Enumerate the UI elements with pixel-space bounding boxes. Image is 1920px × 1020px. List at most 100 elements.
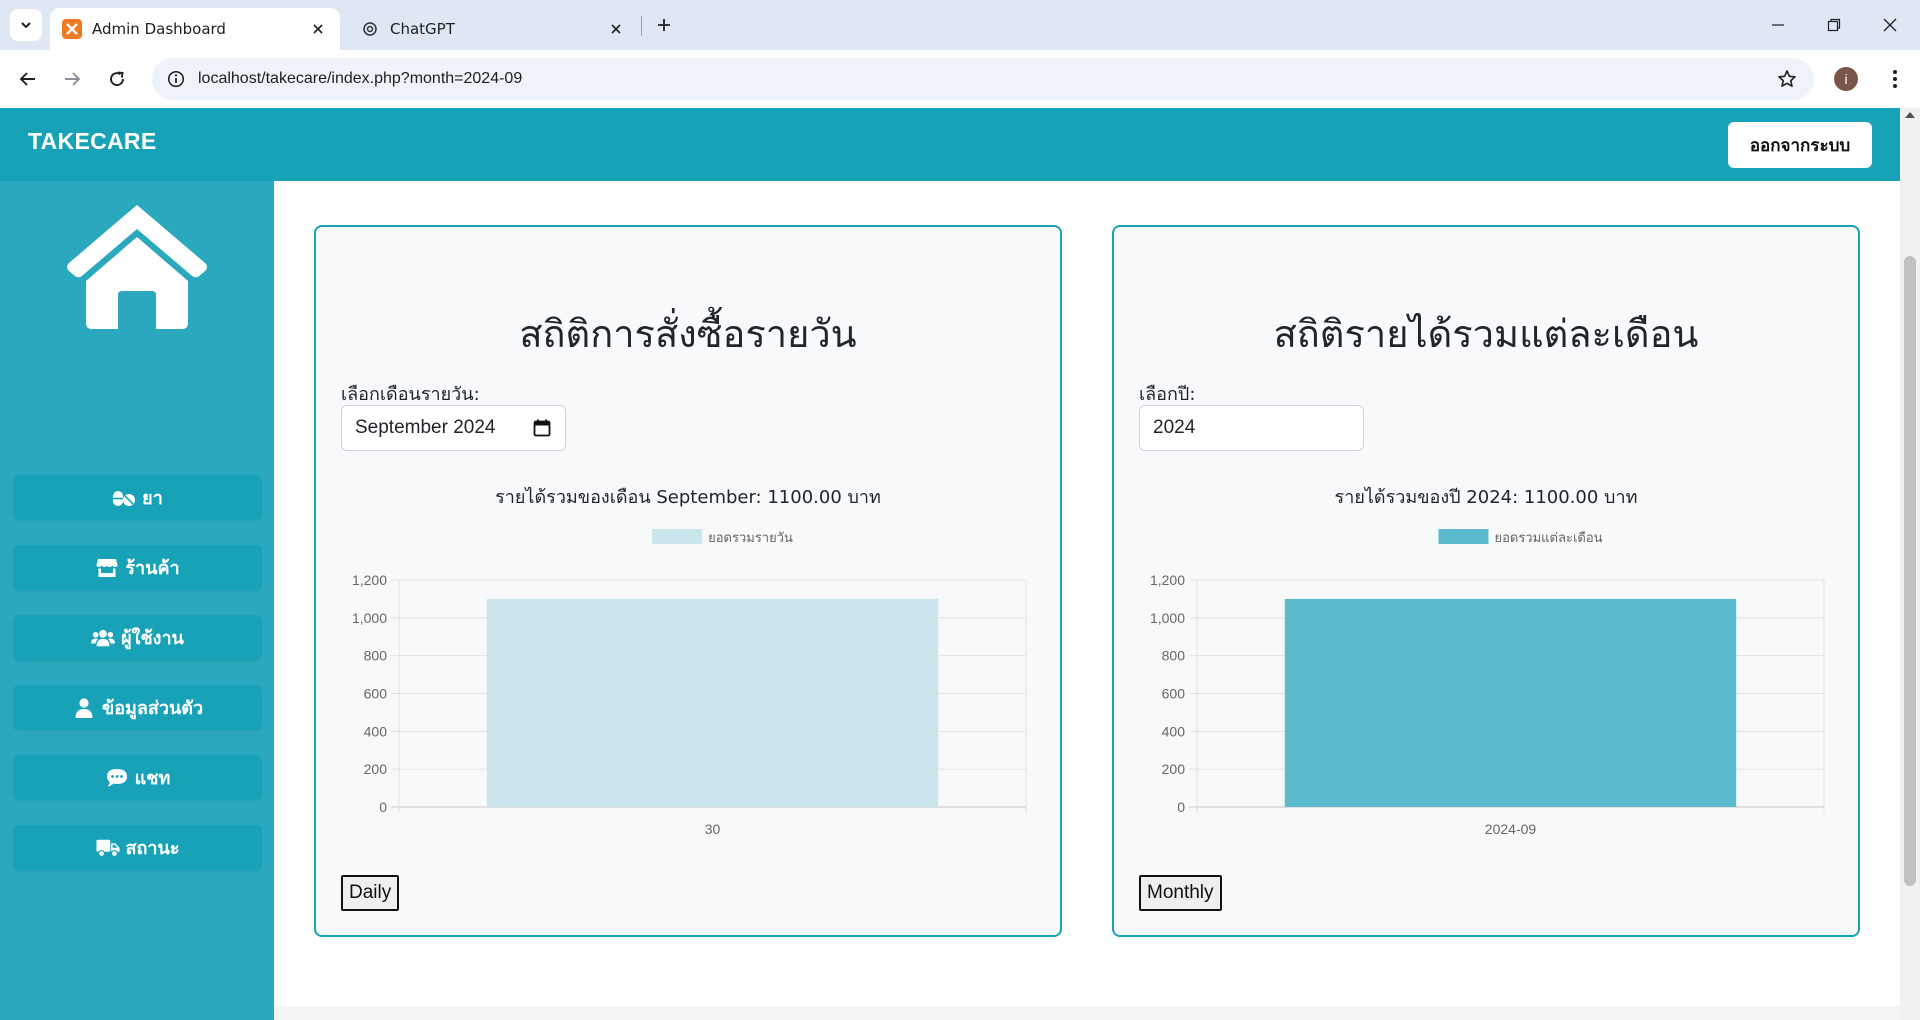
tab-admin-dashboard[interactable]: Admin Dashboard xyxy=(50,8,340,50)
restore-button[interactable] xyxy=(1806,0,1862,50)
sidebar-item-store[interactable]: ร้านค้า xyxy=(13,545,262,590)
user-icon xyxy=(72,697,96,719)
page-viewport: TAKECARE ออกจากระบบ ยา ร้านค้า ผู้ใช้งาน xyxy=(0,108,1920,1020)
truck-icon xyxy=(95,837,120,859)
y-tick-label: 1,200 xyxy=(1150,572,1185,588)
scrollbar-thumb[interactable] xyxy=(1904,256,1916,886)
y-tick-label: 1,000 xyxy=(352,610,387,626)
content-footer-strip xyxy=(274,1006,1900,1020)
year-select-label: เลือกปี: xyxy=(1139,384,1196,405)
month-input[interactable]: September 2024 xyxy=(341,405,566,451)
y-tick-label: 0 xyxy=(1177,799,1185,815)
y-tick-label: 400 xyxy=(1162,723,1186,739)
month-input-value: September 2024 xyxy=(355,417,496,438)
browser-menu-button[interactable] xyxy=(1880,63,1910,95)
logout-button[interactable]: ออกจากระบบ xyxy=(1728,122,1872,168)
sidebar-item-label: แชท xyxy=(134,768,171,789)
users-icon xyxy=(91,627,116,649)
sidebar-item-medicine[interactable]: ยา xyxy=(13,475,262,520)
restore-icon xyxy=(1827,18,1841,32)
comment-icon xyxy=(105,767,129,789)
tab-chatgpt[interactable]: ChatGPT xyxy=(348,8,638,50)
openai-icon xyxy=(360,19,380,39)
legend-label: ยอดรวมรายวัน xyxy=(708,531,793,546)
y-tick-label: 0 xyxy=(379,799,387,815)
bookmark-star-icon[interactable] xyxy=(1776,68,1798,90)
year-input[interactable]: 2024 xyxy=(1139,405,1364,451)
legend-swatch xyxy=(1438,529,1489,544)
monthly-button[interactable]: Monthly xyxy=(1139,875,1222,911)
sidebar-item-chat[interactable]: แชท xyxy=(13,755,262,800)
top-navbar: TAKECARE ออกจากระบบ xyxy=(0,108,1900,181)
legend-swatch xyxy=(652,529,703,544)
y-tick-label: 1,000 xyxy=(1150,610,1185,626)
monthly-stats-card: สถิติรายได้รวมแต่ละเดือน เลือกปี: 2024 ร… xyxy=(1112,225,1860,937)
y-tick-label: 200 xyxy=(1162,761,1186,777)
calendar-icon[interactable] xyxy=(533,419,551,437)
forward-button[interactable] xyxy=(56,63,88,95)
browser-tab-strip: Admin Dashboard ChatGPT xyxy=(0,0,1920,50)
pills-icon xyxy=(112,487,136,509)
page-scrollbar[interactable] xyxy=(1900,108,1920,1020)
daily-stats-title: สถิติการสั่งซื้อรายวัน xyxy=(519,312,857,356)
browser-toolbar: localhost/takecare/index.php?month=2024-… xyxy=(0,50,1920,108)
sidebar-item-label: ผู้ใช้งาน xyxy=(121,628,184,649)
store-icon xyxy=(95,557,119,579)
close-window-button[interactable] xyxy=(1862,0,1918,50)
monthly-bar-chart: ยอดรวมแต่ละเดือน 0 200 400 600 800 1,000 1,200 2… xyxy=(1150,529,1825,837)
profile-avatar[interactable]: i xyxy=(1834,67,1858,91)
more-vertical-icon xyxy=(1893,70,1897,88)
year-total-text: รายได้รวมของปี 2024: 1100.00 บาท xyxy=(1334,487,1638,508)
tab-separator xyxy=(641,16,642,36)
close-icon[interactable] xyxy=(308,19,328,39)
sidebar-item-users[interactable]: ผู้ใช้งาน xyxy=(13,615,262,660)
y-tick-label: 800 xyxy=(364,648,388,664)
chevron-down-icon xyxy=(21,22,31,29)
new-tab-button[interactable] xyxy=(650,11,678,39)
address-bar[interactable]: localhost/takecare/index.php?month=2024-… xyxy=(152,58,1814,100)
bar xyxy=(486,598,939,807)
y-tick-label: 1,200 xyxy=(352,572,387,588)
minimize-button[interactable] xyxy=(1750,0,1806,50)
minimize-icon xyxy=(1772,24,1784,26)
close-icon xyxy=(1883,18,1897,32)
reload-button[interactable] xyxy=(101,63,133,95)
y-tick-label: 800 xyxy=(1162,648,1186,664)
sidebar-item-label: ยา xyxy=(142,488,163,509)
back-button[interactable] xyxy=(12,63,44,95)
daily-button[interactable]: Daily xyxy=(341,875,400,911)
tab-title: Admin Dashboard xyxy=(92,20,226,38)
month-select-label: เลือกเดือนรายวัน: xyxy=(341,384,480,405)
sidebar-item-status[interactable]: สถานะ xyxy=(13,825,262,870)
tab-search-button[interactable] xyxy=(10,9,42,41)
arrow-left-icon xyxy=(19,72,35,86)
sidebar-item-profile[interactable]: ข้อมูลส่วนตัว xyxy=(13,685,262,730)
sidebar-item-label: สถานะ xyxy=(125,838,180,859)
legend-label: ยอดรวมแต่ละเดือน xyxy=(1494,530,1602,546)
xampp-icon xyxy=(62,19,82,39)
site-info-icon[interactable] xyxy=(166,69,186,89)
plus-icon xyxy=(658,19,670,31)
url-text[interactable]: localhost/takecare/index.php?month=2024-… xyxy=(198,70,522,88)
scroll-up-arrow-icon[interactable] xyxy=(1905,112,1915,118)
x-tick-label: 30 xyxy=(705,821,721,837)
daily-bar-chart: ยอดรวมรายวัน 0 200 400 600 800 1,000 1,200 30 xyxy=(352,529,1027,837)
close-icon[interactable] xyxy=(606,19,626,39)
y-tick-label: 600 xyxy=(364,686,388,702)
y-tick-label: 600 xyxy=(1162,686,1186,702)
tab-title: ChatGPT xyxy=(390,20,455,38)
bar xyxy=(1284,598,1737,807)
home-icon[interactable] xyxy=(66,203,208,331)
sidebar-item-label: ร้านค้า xyxy=(125,558,180,579)
arrow-right-icon xyxy=(65,72,81,86)
brand-logo[interactable]: TAKECARE xyxy=(28,128,156,155)
sidebar-item-label: ข้อมูลส่วนตัว xyxy=(101,698,204,719)
year-input-value: 2024 xyxy=(1153,417,1196,438)
y-tick-label: 200 xyxy=(364,761,388,777)
daily-stats-card: สถิติการสั่งซื้อรายวัน เลือกเดือนรายวัน:… xyxy=(314,225,1062,937)
monthly-stats-title: สถิติรายได้รวมแต่ละเดือน xyxy=(1273,312,1699,356)
month-total-text: รายได้รวมของเดือน September: 1100.00 บาท xyxy=(495,487,881,508)
sidebar: ยา ร้านค้า ผู้ใช้งาน ข้อมูลส่วนตัว แชท ส… xyxy=(0,181,274,1020)
y-tick-label: 400 xyxy=(364,723,388,739)
reload-icon xyxy=(110,71,124,86)
